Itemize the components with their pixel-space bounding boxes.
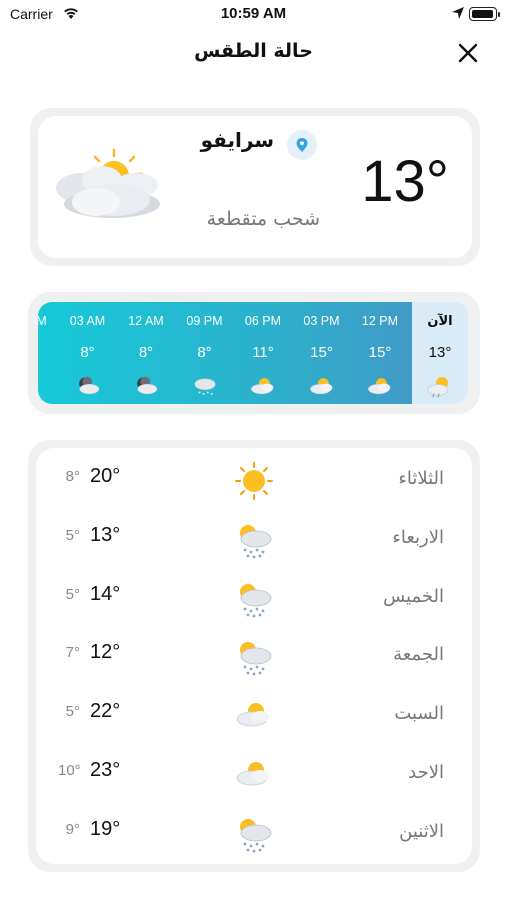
sun-cloud-icon: [368, 378, 391, 395]
hourly-temp: 8°: [138, 344, 154, 361]
rain-cloud-icon: [193, 378, 216, 395]
daily-day-name: السبت: [394, 703, 444, 725]
hourly-time: 06 PM: [244, 314, 282, 328]
hourly-time: 06 AM: [38, 314, 47, 328]
daily-day-name: الثلاثاء: [398, 468, 444, 489]
hourly-temp: 8°: [80, 344, 95, 361]
hourly-item[interactable]: 06 PM 11°: [234, 302, 292, 404]
daily-row[interactable]: 5° 14° الخميس: [36, 568, 472, 626]
hourly-temp: 8°: [197, 344, 212, 361]
page-title: حالة الطقس: [194, 40, 313, 62]
status-bar: Carrier 10:59 AM: [0, 0, 507, 30]
hourly-now[interactable]: الآن 13°: [412, 302, 468, 404]
weather-condition: شحب متقطعة: [206, 208, 320, 230]
moon-cloud-icon: [78, 376, 99, 395]
location-pin-icon[interactable]: [287, 130, 317, 160]
daily-row[interactable]: 5° 22° السبت: [36, 685, 472, 743]
hourly-item[interactable]: 03 AM 8°: [59, 302, 117, 404]
hourly-temp: 15°: [368, 344, 392, 361]
daily-min-temp: 9°: [65, 820, 80, 838]
hourly-time: 03 AM: [69, 314, 106, 328]
daily-max-temp: 12°: [90, 641, 121, 664]
hourly-time: 03 PM: [303, 314, 340, 328]
sun-cloud-icon: [427, 377, 449, 398]
daily-min-temp: 5°: [65, 526, 80, 544]
sun-rain-cloud-icon: [240, 524, 272, 559]
moon-cloud-icon: [137, 376, 158, 395]
status-time: 10:59 AM: [220, 5, 287, 22]
hourly-item[interactable]: 09 PM 8°: [176, 302, 234, 404]
daily-row[interactable]: 5° 13° الاربعاء: [36, 509, 472, 567]
battery-icon: [469, 7, 500, 21]
sun-rain-cloud-icon: [240, 642, 272, 676]
hourly-temp: 11°: [252, 344, 274, 361]
daily-max-temp: 22°: [90, 700, 121, 723]
daily-min-temp: 5°: [65, 585, 80, 603]
current-temperature: 13°: [361, 149, 449, 214]
partly-cloudy-sun-icon: [56, 148, 160, 218]
daily-max-temp: 23°: [90, 759, 121, 781]
daily-day-name: الجمعة: [393, 644, 444, 666]
hourly-time: 12 AM: [128, 314, 164, 328]
daily-max-temp: 19°: [90, 817, 121, 840]
daily-day-name: الاثنين: [399, 820, 444, 842]
sun-rain-cloud-icon: [240, 583, 272, 617]
city-name: سرايفو: [200, 128, 274, 152]
daily-max-temp: 20°: [90, 465, 121, 487]
daily-max-temp: 14°: [90, 582, 121, 605]
hourly-item[interactable]: 12 AM 8°: [117, 302, 175, 404]
hourly-now-temp: 13°: [428, 344, 452, 361]
daily-day-name: الاحد: [408, 762, 444, 783]
sun-rain-cloud-icon: [240, 818, 272, 853]
daily-row[interactable]: 7° 12° الجمعة: [36, 626, 472, 684]
daily-min-temp: 5°: [65, 703, 80, 721]
daily-day-name: الاربعاء: [392, 526, 444, 548]
hourly-item[interactable]: 06 AM: [38, 302, 58, 404]
hourly-now-label: الآن: [427, 314, 453, 329]
daily-row[interactable]: 8° 20° الثلاثاء: [36, 450, 472, 508]
sun-cloud-icon: [251, 378, 274, 395]
hourly-forecast-strip[interactable]: 12 PM 15° 03 PM 15° 06 PM 11° 09 PM 8° 12 AM 8° 03…: [38, 302, 412, 404]
daily-min-temp: 8°: [65, 468, 80, 485]
sun-cloud-icon: [309, 378, 332, 395]
daily-min-temp: 10°: [58, 762, 81, 779]
hourly-item[interactable]: 03 PM 15°: [293, 302, 351, 404]
daily-row[interactable]: 10° 23° الاحد: [36, 744, 472, 802]
sun-cloud-icon: [236, 762, 269, 786]
hourly-temp: 15°: [310, 344, 333, 361]
hourly-time: 12 PM: [361, 314, 399, 328]
hourly-item[interactable]: 12 PM 15°: [351, 302, 409, 404]
daily-row[interactable]: 9° 19° الاثنين: [36, 803, 472, 861]
daily-max-temp: 13°: [90, 523, 121, 546]
location-arrow-icon: [452, 7, 464, 19]
daily-day-name: الخميس: [383, 585, 444, 607]
sun-cloud-icon: [236, 703, 269, 727]
sun-icon: [235, 462, 273, 500]
daily-min-temp: 7°: [65, 644, 80, 662]
close-icon[interactable]: [455, 40, 481, 66]
hourly-time: 09 PM: [186, 314, 223, 328]
